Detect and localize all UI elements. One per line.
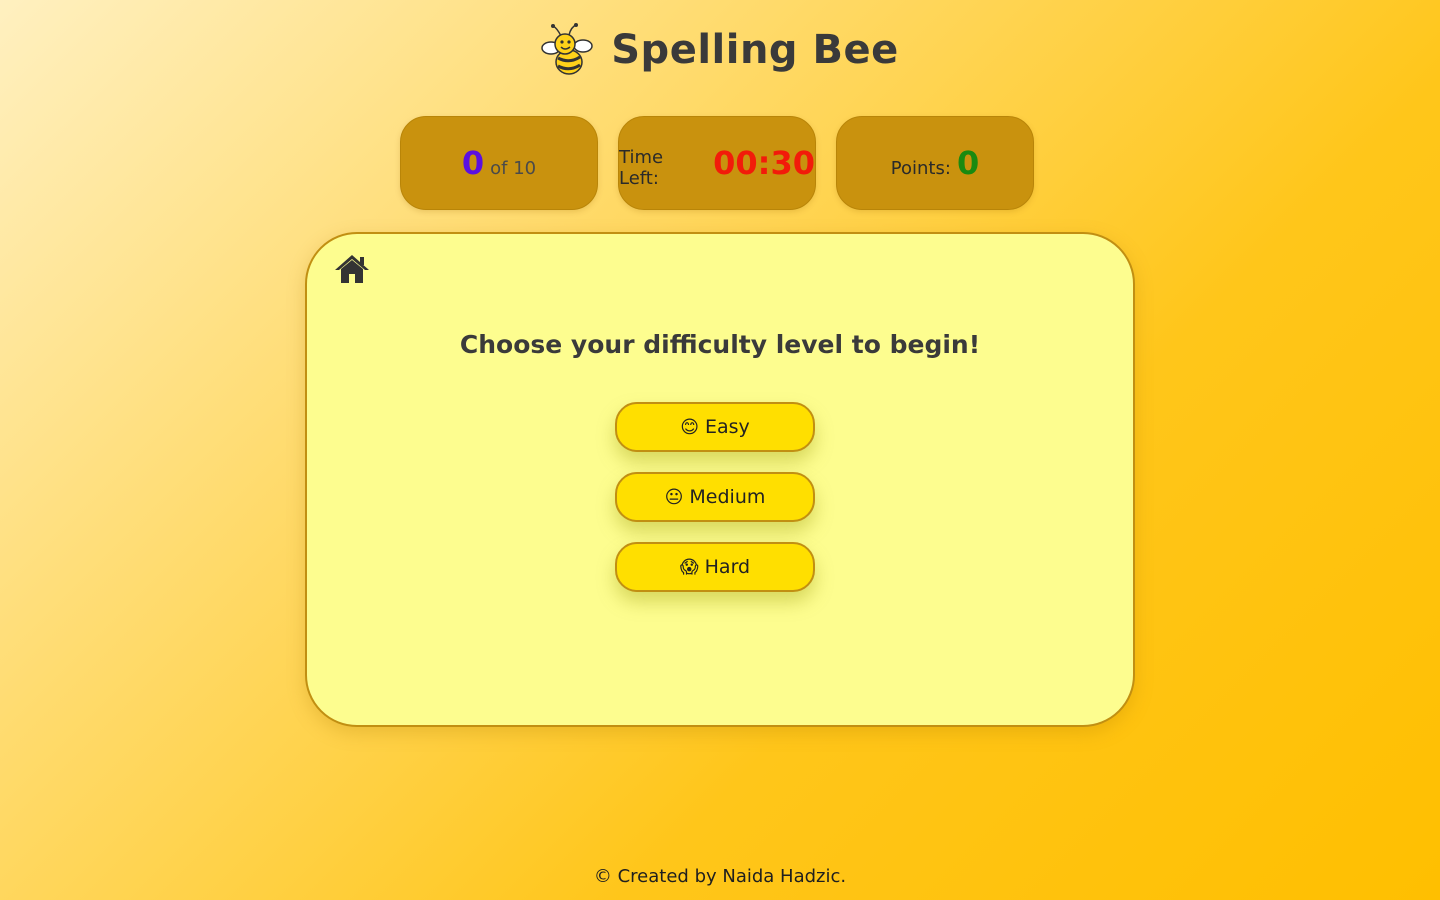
scream-emoji-icon: 😱 <box>679 556 699 578</box>
question-counter: 0 of 10 <box>400 116 598 210</box>
easy-button[interactable]: 😊 Easy <box>615 402 815 452</box>
neutral-emoji-icon: 😐 <box>664 486 684 508</box>
bee-icon <box>541 23 593 75</box>
medium-label: Medium <box>689 486 766 508</box>
footer-credit: © Created by Naida Hadzic. <box>593 866 847 887</box>
question-current: 0 <box>461 144 485 182</box>
header: Spelling Bee <box>0 22 1440 78</box>
game-card: Choose your difficulty level to begin! 😊… <box>305 232 1135 727</box>
points-value: 0 <box>956 144 980 182</box>
easy-label: Easy <box>704 416 750 438</box>
question-total: of 10 <box>490 157 537 179</box>
medium-button[interactable]: 😐 Medium <box>615 472 815 522</box>
timer-box: Time Left: 00:30 <box>618 116 816 210</box>
difficulty-prompt: Choose your difficulty level to begin! <box>459 330 981 359</box>
timer-value: 00:30 <box>713 144 815 182</box>
smile-emoji-icon: 😊 <box>680 416 699 438</box>
app-title: Spelling Bee <box>611 27 899 73</box>
hard-label: Hard <box>704 556 751 578</box>
stats-bar: 0 of 10 Time Left: 00:30 Points: 0 <box>400 116 1034 210</box>
timer-label: Time Left: <box>619 147 664 189</box>
points-box: Points: 0 <box>836 116 1034 210</box>
home-icon[interactable] <box>333 252 371 286</box>
points-label: Points: <box>890 157 951 179</box>
hard-button[interactable]: 😱 Hard <box>615 542 815 592</box>
